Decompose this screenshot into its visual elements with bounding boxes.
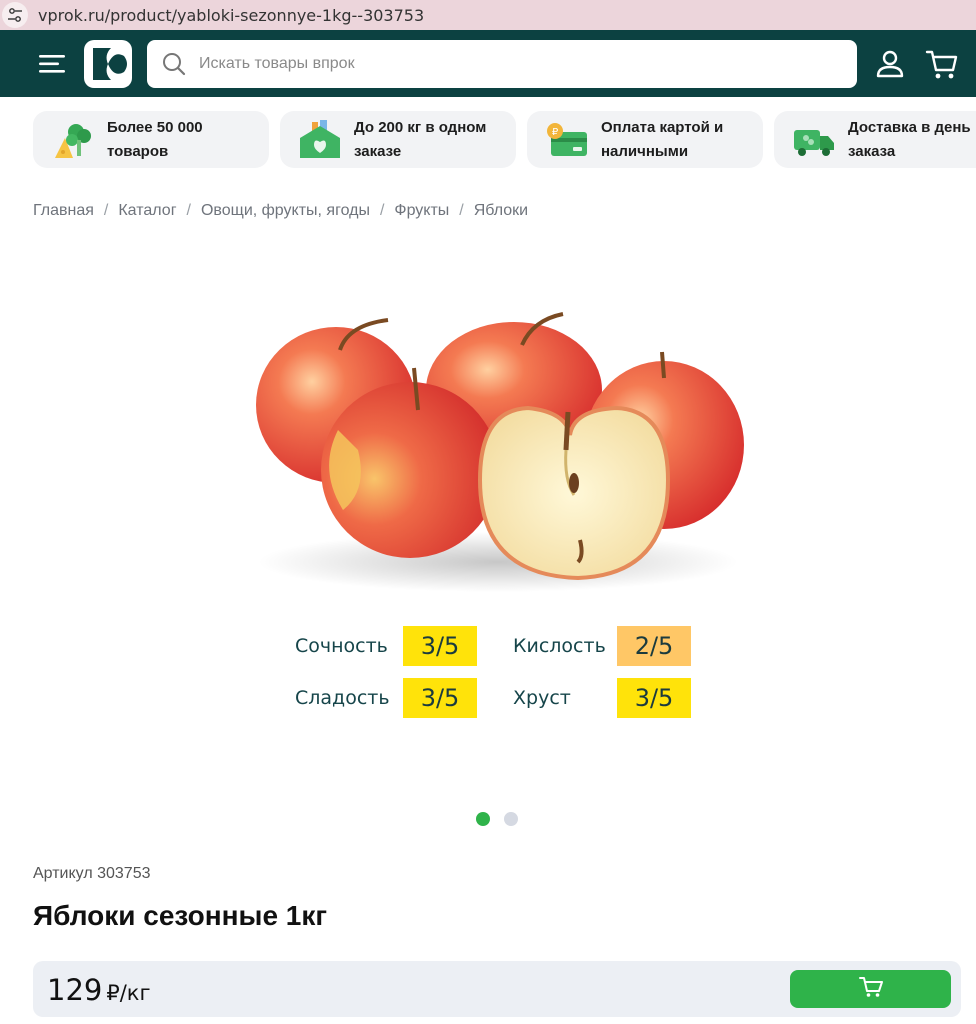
feature-line1: До 200 кг в одном <box>354 118 487 136</box>
rating-value-juiciness: 3/5 <box>403 626 477 666</box>
cart-icon <box>858 975 884 1004</box>
hamburger-icon[interactable] <box>37 51 67 77</box>
feature-item-payment: ₽ Оплата картой и наличными <box>527 111 763 168</box>
feature-line2: наличными <box>601 142 689 160</box>
rating-label-sweetness: Сладость <box>295 687 390 709</box>
carousel-dot[interactable] <box>504 812 518 826</box>
rating-value-acidity: 2/5 <box>617 626 691 666</box>
breadcrumb-vegetables-fruits[interactable]: Овощи, фрукты, ягоды <box>201 202 370 220</box>
breadcrumb-separator: / <box>459 202 464 219</box>
feature-line1: Более 50 000 <box>107 118 203 136</box>
rating-label-juiciness: Сочность <box>295 635 388 657</box>
breadcrumb-separator: / <box>186 202 191 219</box>
feature-item-assortment: Более 50 000 товаров <box>33 111 269 168</box>
product-image[interactable] <box>248 300 758 600</box>
product-article: Артикул 303753 <box>33 865 151 882</box>
product-title: Яблоки сезонные 1кг <box>33 900 328 931</box>
breadcrumb-fruits[interactable]: Фрукты <box>394 202 449 220</box>
price-value: 129 <box>47 973 103 1007</box>
feature-item-delivery: Доставка в день заказа <box>774 111 976 168</box>
add-to-cart-button[interactable] <box>790 970 951 1008</box>
search-input[interactable] <box>199 55 799 73</box>
broccoli-cheese-icon <box>51 120 95 160</box>
feature-line1: Оплата картой и <box>601 118 724 136</box>
price-unit: ₽/кг <box>106 981 151 1005</box>
search-bar[interactable] <box>147 40 857 88</box>
address-bar[interactable]: vprok.ru/product/yabloki-sezonnye-1kg--3… <box>0 0 976 30</box>
svg-text:₽: ₽ <box>552 127 559 138</box>
delivery-truck-icon <box>792 120 836 160</box>
feature-line2: товаров <box>107 142 169 160</box>
rating-label-crunch: Хруст <box>513 687 571 709</box>
breadcrumb-separator: / <box>103 202 109 219</box>
breadcrumb: Главная / Каталог / Овощи, фрукты, ягоды… <box>33 202 528 220</box>
user-icon[interactable] <box>874 48 906 80</box>
search-icon[interactable] <box>161 51 187 77</box>
breadcrumb-apples[interactable]: Яблоки <box>474 202 528 220</box>
rating-value-crunch: 3/5 <box>617 678 691 718</box>
site-header <box>0 30 976 97</box>
rating-value-sweetness: 3/5 <box>403 678 477 718</box>
url-text[interactable]: vprok.ru/product/yabloki-sezonnye-1kg--3… <box>38 6 424 25</box>
feature-line2: заказе <box>354 142 402 160</box>
feature-item-weight: До 200 кг в одном заказе <box>280 111 516 168</box>
tune-icon[interactable] <box>2 2 28 28</box>
vprok-logo[interactable] <box>84 40 132 88</box>
carousel-dot-active[interactable] <box>476 812 490 826</box>
product-price: 129 ₽/кг <box>47 973 151 1007</box>
house-groceries-icon <box>298 119 342 160</box>
price-bar: 129 ₽/кг <box>33 961 961 1017</box>
breadcrumb-home[interactable]: Главная <box>33 202 94 220</box>
breadcrumb-separator: / <box>379 202 385 219</box>
breadcrumb-catalog[interactable]: Каталог <box>118 202 176 220</box>
feature-line2: заказа <box>848 142 896 160</box>
feature-line1: Доставка в день <box>848 118 971 136</box>
card-coin-icon: ₽ <box>545 120 589 160</box>
cart-icon[interactable] <box>924 46 960 82</box>
rating-label-acidity: Кислость <box>513 635 606 657</box>
feature-list: Более 50 000 товаров До 200 кг в одном з… <box>33 111 976 168</box>
